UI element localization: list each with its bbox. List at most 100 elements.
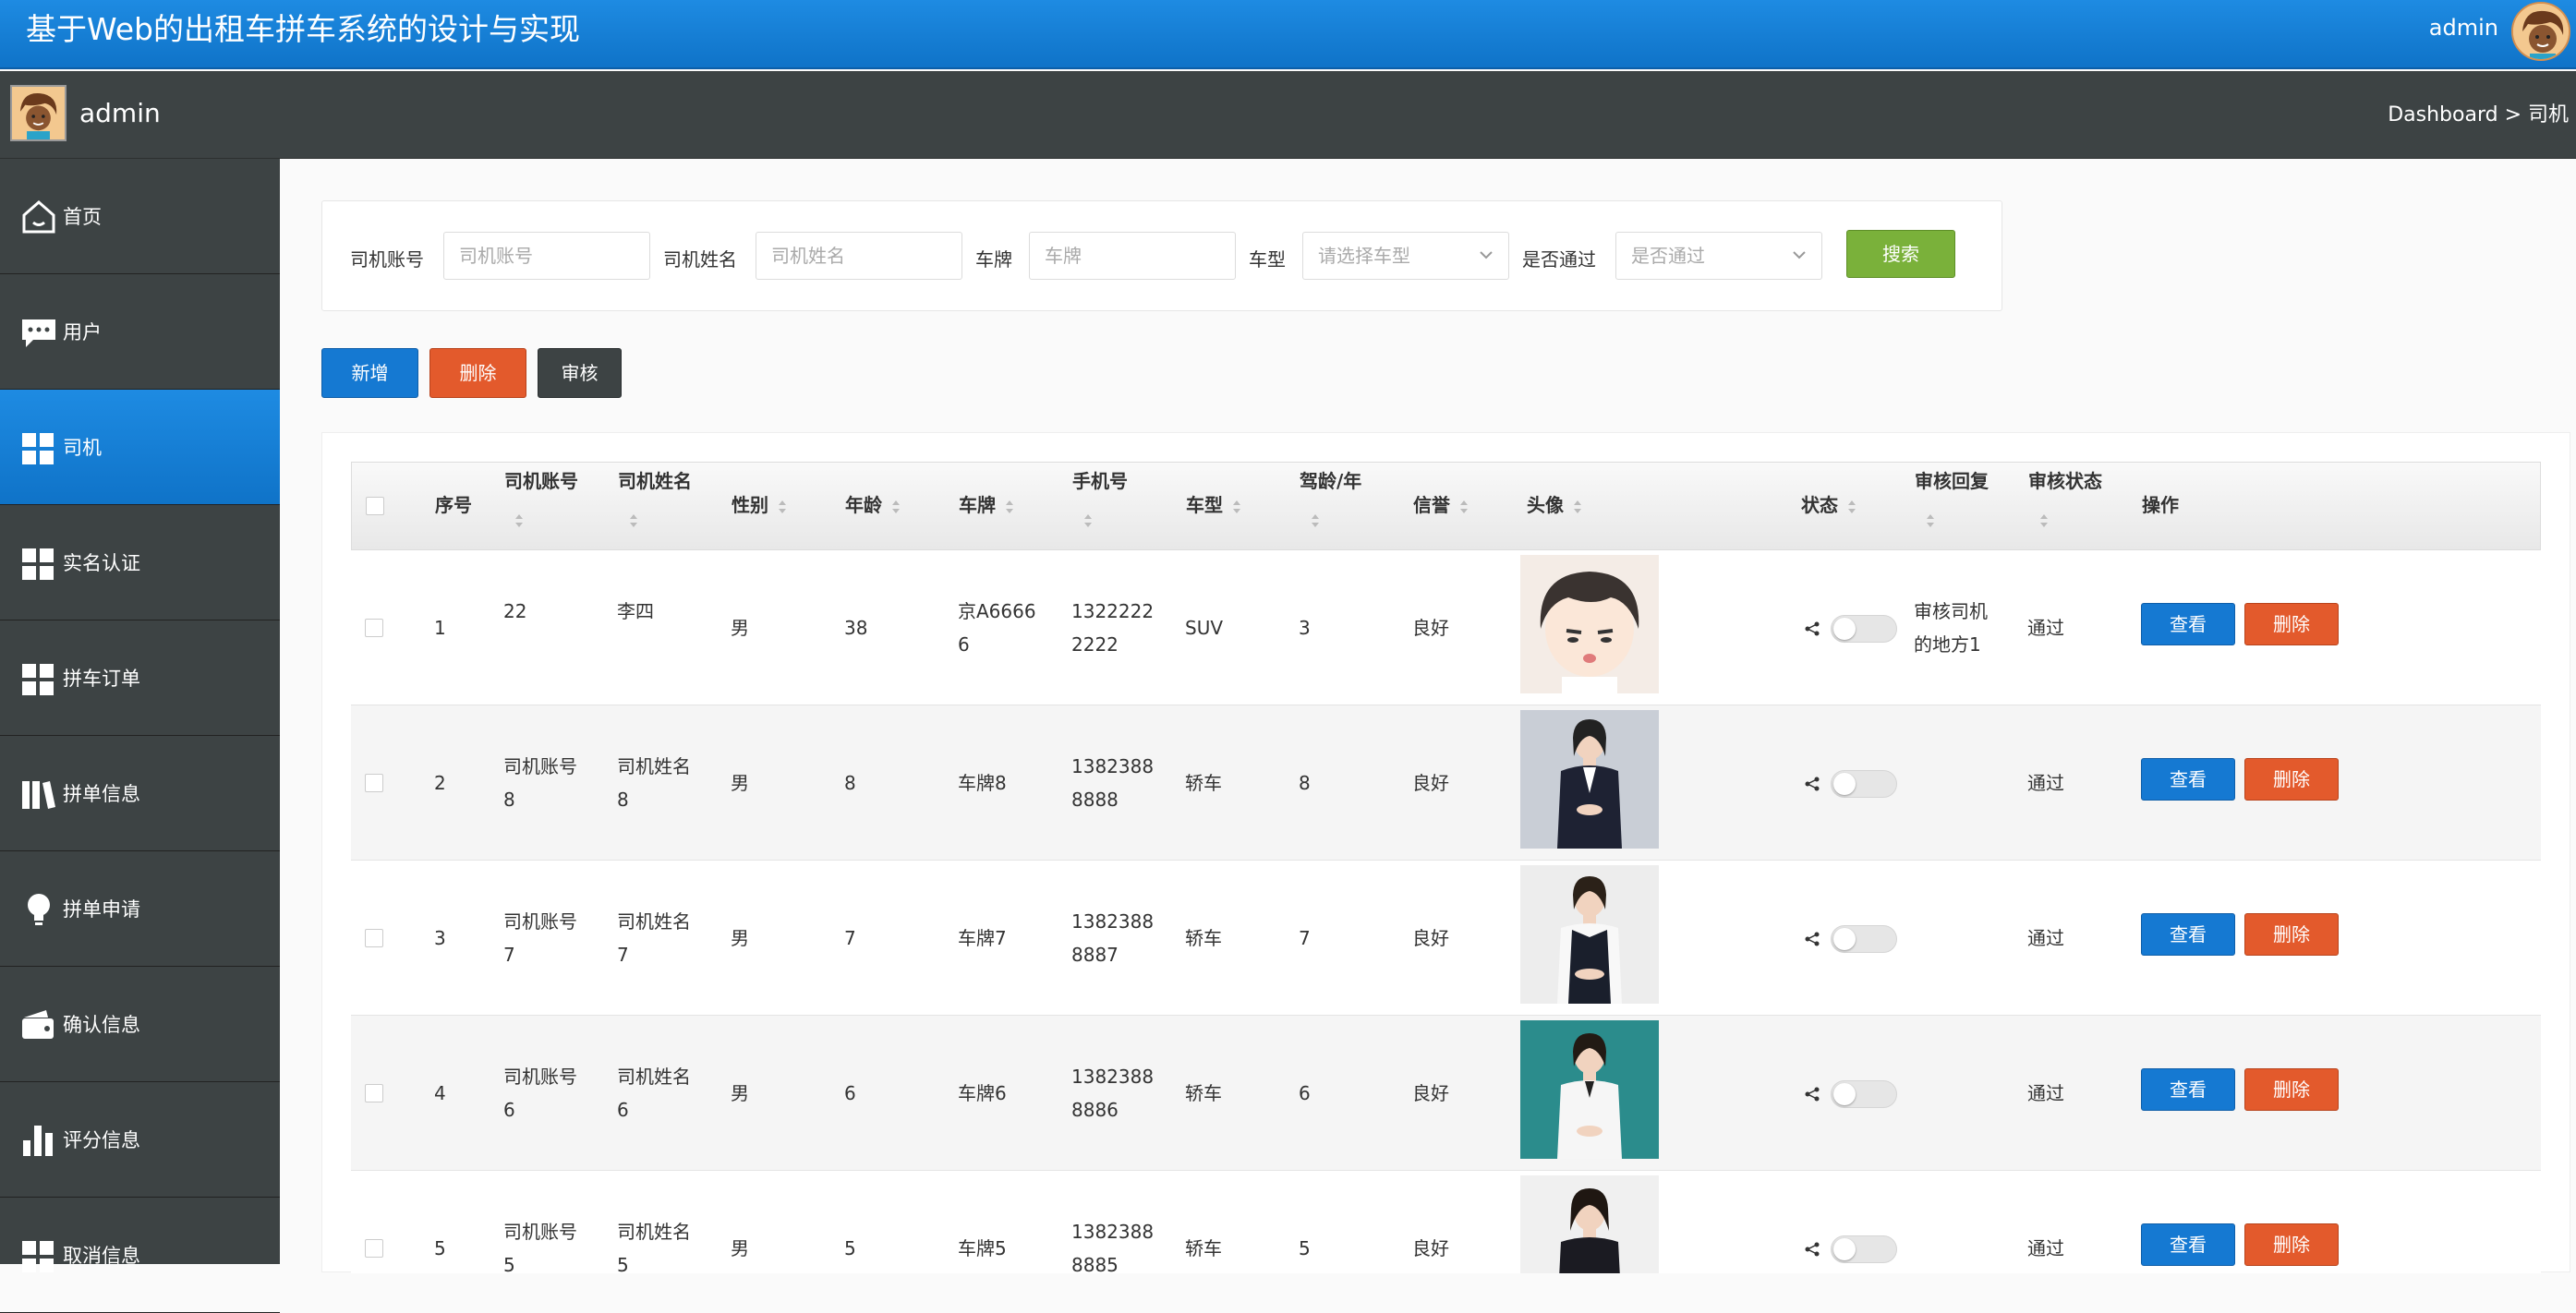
status-toggle[interactable] <box>1831 925 1897 953</box>
portrait-image <box>1520 865 1659 1004</box>
cell-age: 7 <box>844 927 856 949</box>
cell-phone-2: 2222 <box>1071 633 1119 656</box>
sidebar-item-users[interactable]: 用户 <box>0 274 280 390</box>
toggle-knob <box>1833 1238 1856 1260</box>
sidebar-avatar[interactable] <box>10 85 67 141</box>
cell-name: 司机姓名 <box>617 1221 691 1243</box>
cell-plate: 车牌5 <box>958 1237 1007 1259</box>
share-icon[interactable] <box>1805 932 1820 946</box>
account-label: 司机账号 <box>350 248 424 271</box>
sidebar-item-carpool-info[interactable]: 拼单信息 <box>0 736 280 851</box>
audit-button[interactable]: 审核 <box>538 348 622 398</box>
sidebar-item-label: 用户 <box>63 321 102 343</box>
pass-select[interactable]: 是否通过 <box>1615 232 1822 280</box>
row-delete-button[interactable]: 删除 <box>2244 603 2339 645</box>
header-years[interactable]: 驾龄/年 <box>1300 468 1361 494</box>
row-delete-button[interactable]: 删除 <box>2244 913 2339 956</box>
driver-photo[interactable] <box>1520 710 1659 849</box>
driver-photo[interactable] <box>1520 555 1659 693</box>
car-type-select[interactable]: 请选择车型 <box>1302 232 1509 280</box>
cell-reply-2: 的地方1 <box>1914 633 1981 656</box>
header-phone[interactable]: 手机号 <box>1072 468 1128 494</box>
header-avatar[interactable]: 头像 <box>1527 492 1582 518</box>
cell-audit: 通过 <box>2027 927 2064 949</box>
view-button[interactable]: 查看 <box>2141 913 2235 956</box>
sub-header: admin Dashboard > 司机 <box>0 71 2576 159</box>
search-button[interactable]: 搜索 <box>1846 230 1955 278</box>
status-toggle[interactable] <box>1831 1235 1897 1263</box>
view-button[interactable]: 查看 <box>2141 603 2235 645</box>
header-credit[interactable]: 信誉 <box>1413 492 1469 518</box>
driver-photo[interactable] <box>1520 1175 1659 1273</box>
view-button[interactable]: 查看 <box>2141 758 2235 801</box>
cell-credit: 良好 <box>1412 1082 1449 1104</box>
sidebar-item-confirm[interactable]: 确认信息 <box>0 967 280 1082</box>
cell-phone-2: 8888 <box>1071 789 1119 811</box>
sidebar-item-verification[interactable]: 实名认证 <box>0 505 280 620</box>
sidebar-item-drivers[interactable]: 司机 <box>0 390 280 505</box>
header-audit[interactable]: 审核状态 <box>2028 468 2102 494</box>
share-icon[interactable] <box>1805 1242 1820 1257</box>
row-checkbox[interactable] <box>365 619 383 637</box>
row-delete-button[interactable]: 删除 <box>2244 758 2339 801</box>
sidebar-item-ratings[interactable]: 评分信息 <box>0 1082 280 1198</box>
driver-photo[interactable] <box>1520 865 1659 1004</box>
cell-age: 38 <box>844 617 868 639</box>
row-checkbox[interactable] <box>365 1084 383 1102</box>
cell-index: 2 <box>434 772 446 794</box>
cell-years: 7 <box>1299 927 1311 949</box>
row-delete-button[interactable]: 删除 <box>2244 1223 2339 1266</box>
cell-name: 李四 <box>617 600 654 622</box>
sort-icon[interactable] <box>1083 513 1093 528</box>
share-icon[interactable] <box>1805 621 1820 636</box>
cell-plate: 京A6666 <box>958 600 1036 622</box>
sort-icon[interactable] <box>1926 513 1935 528</box>
breadcrumb[interactable]: Dashboard > 司机 <box>2388 102 2569 129</box>
sidebar-item-home[interactable]: 首页 <box>0 159 280 274</box>
cell-years: 5 <box>1299 1237 1311 1259</box>
grid-icon <box>22 1241 54 1272</box>
name-input[interactable]: 司机姓名 <box>756 232 962 280</box>
account-input[interactable]: 司机账号 <box>443 232 650 280</box>
sort-icon[interactable] <box>1311 513 1320 528</box>
header-gender[interactable]: 性别 <box>732 492 787 518</box>
header-name[interactable]: 司机姓名 <box>618 468 692 494</box>
header-car-type[interactable]: 车型 <box>1186 492 1241 518</box>
sidebar-item-cancel[interactable]: 取消信息 <box>0 1198 280 1313</box>
top-avatar[interactable] <box>2511 2 2570 61</box>
share-icon[interactable] <box>1805 1087 1820 1102</box>
cell-phone-2: 8885 <box>1071 1254 1119 1273</box>
driver-photo[interactable] <box>1520 1020 1659 1159</box>
sidebar-item-carpool-apply[interactable]: 拼单申请 <box>0 851 280 967</box>
row-checkbox[interactable] <box>365 774 383 792</box>
cell-gender: 男 <box>731 1082 749 1104</box>
delete-button[interactable]: 删除 <box>429 348 526 398</box>
plate-input[interactable]: 车牌 <box>1029 232 1236 280</box>
row-checkbox[interactable] <box>365 929 383 947</box>
status-toggle[interactable] <box>1831 615 1897 643</box>
select-all-checkbox[interactable] <box>366 497 384 515</box>
header-plate[interactable]: 车牌 <box>959 492 1014 518</box>
row-checkbox[interactable] <box>365 1239 383 1258</box>
header-age[interactable]: 年龄 <box>845 492 901 518</box>
top-username[interactable]: admin <box>2429 13 2498 42</box>
portrait-image <box>1520 1175 1659 1273</box>
share-icon[interactable] <box>1805 777 1820 791</box>
table-row: 3 司机账号 7 司机姓名 7 男 7 车牌7 1382388 8887 轿车 … <box>351 861 2541 1016</box>
row-delete-button[interactable]: 删除 <box>2244 1068 2339 1111</box>
add-button[interactable]: 新增 <box>321 348 418 398</box>
view-button[interactable]: 查看 <box>2141 1223 2235 1266</box>
sidebar-item-label: 拼单信息 <box>63 783 140 805</box>
header-reply[interactable]: 审核回复 <box>1915 468 1989 494</box>
sort-icon[interactable] <box>629 513 638 528</box>
header-age-label: 年龄 <box>845 494 882 516</box>
status-toggle[interactable] <box>1831 1080 1897 1108</box>
sidebar-item-orders[interactable]: 拼车订单 <box>0 620 280 736</box>
sort-icon[interactable] <box>514 513 524 528</box>
cell-gender: 男 <box>731 1237 749 1259</box>
view-button[interactable]: 查看 <box>2141 1068 2235 1111</box>
header-status[interactable]: 状态 <box>1801 492 1856 518</box>
header-account[interactable]: 司机账号 <box>504 468 578 494</box>
sort-icon[interactable] <box>2039 513 2049 528</box>
status-toggle[interactable] <box>1831 770 1897 798</box>
